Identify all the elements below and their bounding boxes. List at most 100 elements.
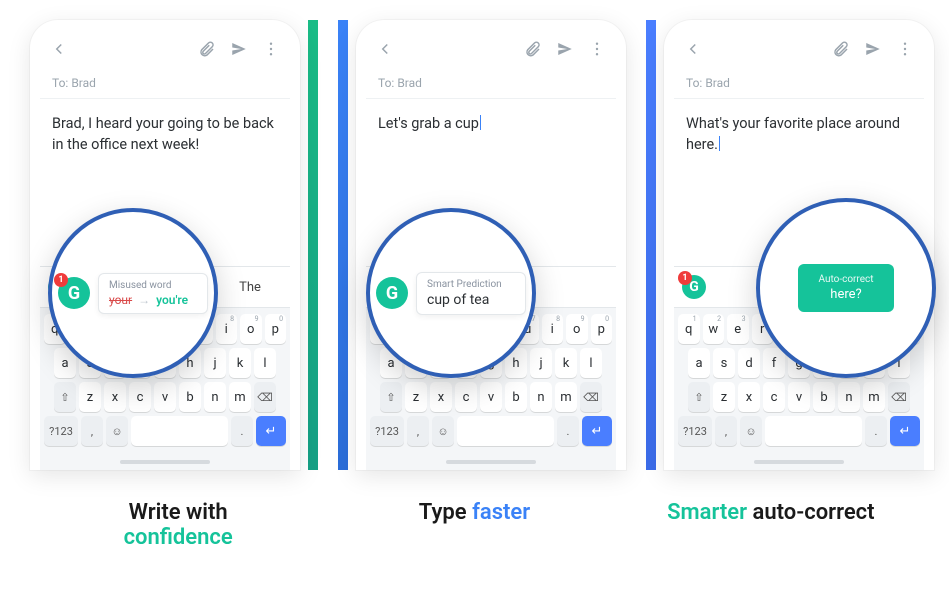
key-s[interactable]: s <box>713 348 735 378</box>
to-prefix: To: <box>686 76 702 90</box>
key-m[interactable]: m <box>863 382 885 412</box>
comma-key[interactable]: , <box>407 416 429 446</box>
attach-icon[interactable] <box>524 40 542 62</box>
key-o[interactable]: o9 <box>566 314 588 344</box>
shift-key[interactable]: ⇧ <box>688 382 710 412</box>
key-k[interactable]: k <box>229 348 251 378</box>
key-p[interactable]: p0 <box>591 314 613 344</box>
key-v[interactable]: v <box>480 382 502 412</box>
app-topbar <box>366 34 616 72</box>
key-w[interactable]: w2 <box>703 314 725 344</box>
send-icon[interactable] <box>864 40 882 62</box>
to-field[interactable]: To: Brad <box>674 72 924 99</box>
backspace-key[interactable]: ⌫ <box>254 382 276 412</box>
key-x[interactable]: x <box>430 382 452 412</box>
prediction-card[interactable]: Smart Prediction cup of tea <box>416 272 526 315</box>
key-n[interactable]: n <box>530 382 552 412</box>
grammarly-badge-icon[interactable]: G <box>376 277 408 309</box>
prediction-title: Smart Prediction <box>427 279 515 290</box>
key-n[interactable]: n <box>204 382 226 412</box>
key-b[interactable]: b <box>505 382 527 412</box>
alert-count-badge: 1 <box>54 273 68 287</box>
accent-bar <box>646 20 656 470</box>
emoji-key[interactable]: ☺ <box>106 416 128 446</box>
key-c[interactable]: c <box>763 382 785 412</box>
suggestion-card[interactable]: Misused word your → you're <box>98 273 208 314</box>
suggestion-title: Misused word <box>109 280 197 291</box>
key-q[interactable]: q1 <box>678 314 700 344</box>
back-icon[interactable] <box>50 40 68 62</box>
emoji-key[interactable]: ☺ <box>432 416 454 446</box>
key-o[interactable]: o9 <box>240 314 262 344</box>
period-key[interactable]: . <box>865 416 887 446</box>
more-icon[interactable] <box>262 40 280 62</box>
key-m[interactable]: m <box>229 382 251 412</box>
attach-icon[interactable] <box>832 40 850 62</box>
backspace-key[interactable]: ⌫ <box>580 382 602 412</box>
to-field[interactable]: To: Brad <box>40 72 290 99</box>
home-indicator <box>446 460 536 464</box>
grammarly-badge-icon[interactable]: G1 <box>682 275 706 299</box>
backspace-key[interactable]: ⌫ <box>888 382 910 412</box>
key-n[interactable]: n <box>838 382 860 412</box>
key-c[interactable]: c <box>455 382 477 412</box>
key-j[interactable]: j <box>530 348 552 378</box>
autocorrect-pill[interactable]: Auto-correct here? <box>798 264 893 312</box>
key-k[interactable]: k <box>555 348 577 378</box>
key-b[interactable]: b <box>813 382 835 412</box>
attach-icon[interactable] <box>198 40 216 62</box>
emoji-key[interactable]: ☺ <box>740 416 762 446</box>
numbers-key[interactable]: ?123 <box>678 416 712 446</box>
comma-key[interactable]: , <box>715 416 737 446</box>
key-l[interactable]: l <box>580 348 602 378</box>
message-body[interactable]: What's your favorite place around here. <box>674 99 924 169</box>
home-indicator <box>120 460 210 464</box>
key-l[interactable]: l <box>254 348 276 378</box>
numbers-key[interactable]: ?123 <box>44 416 78 446</box>
comma-key[interactable]: , <box>81 416 103 446</box>
caption-0: Write withconfidence <box>30 500 326 550</box>
to-field[interactable]: To: Brad <box>366 72 616 99</box>
key-d[interactable]: d <box>738 348 760 378</box>
key-c[interactable]: c <box>129 382 151 412</box>
numbers-key[interactable]: ?123 <box>370 416 404 446</box>
key-b[interactable]: b <box>179 382 201 412</box>
shift-key[interactable]: ⇧ <box>54 382 76 412</box>
key-i[interactable]: i8 <box>542 314 564 344</box>
key-v[interactable]: v <box>788 382 810 412</box>
key-e[interactable]: e3 <box>727 314 749 344</box>
magnifier-bubble: G 1 Misused word your → you're <box>48 208 218 378</box>
key-z[interactable]: z <box>713 382 735 412</box>
back-icon[interactable] <box>376 40 394 62</box>
more-icon[interactable] <box>588 40 606 62</box>
key-a[interactable]: a <box>688 348 710 378</box>
send-icon[interactable] <box>230 40 248 62</box>
enter-key[interactable]: ↵ <box>890 416 920 446</box>
back-icon[interactable] <box>684 40 702 62</box>
period-key[interactable]: . <box>557 416 579 446</box>
key-f[interactable]: f <box>763 348 785 378</box>
grammarly-badge-icon[interactable]: G 1 <box>58 277 90 309</box>
key-x[interactable]: x <box>738 382 760 412</box>
space-key[interactable] <box>131 416 228 446</box>
enter-key[interactable]: ↵ <box>256 416 286 446</box>
key-i[interactable]: i8 <box>216 314 238 344</box>
more-icon[interactable] <box>896 40 914 62</box>
key-z[interactable]: z <box>79 382 101 412</box>
suggestion-2[interactable] <box>544 285 608 289</box>
key-v[interactable]: v <box>154 382 176 412</box>
enter-key[interactable]: ↵ <box>582 416 612 446</box>
key-z[interactable]: z <box>405 382 427 412</box>
key-x[interactable]: x <box>104 382 126 412</box>
key-m[interactable]: m <box>555 382 577 412</box>
key-p[interactable]: p0 <box>265 314 287 344</box>
space-key[interactable] <box>457 416 554 446</box>
suggestion-2[interactable]: The <box>218 278 282 297</box>
period-key[interactable]: . <box>231 416 253 446</box>
key-j[interactable]: j <box>204 348 226 378</box>
shift-key[interactable]: ⇧ <box>380 382 402 412</box>
send-icon[interactable] <box>556 40 574 62</box>
message-body[interactable]: Brad, I heard your going to be back in t… <box>40 99 290 169</box>
message-body[interactable]: Let's grab a cup <box>366 99 616 169</box>
space-key[interactable] <box>765 416 862 446</box>
